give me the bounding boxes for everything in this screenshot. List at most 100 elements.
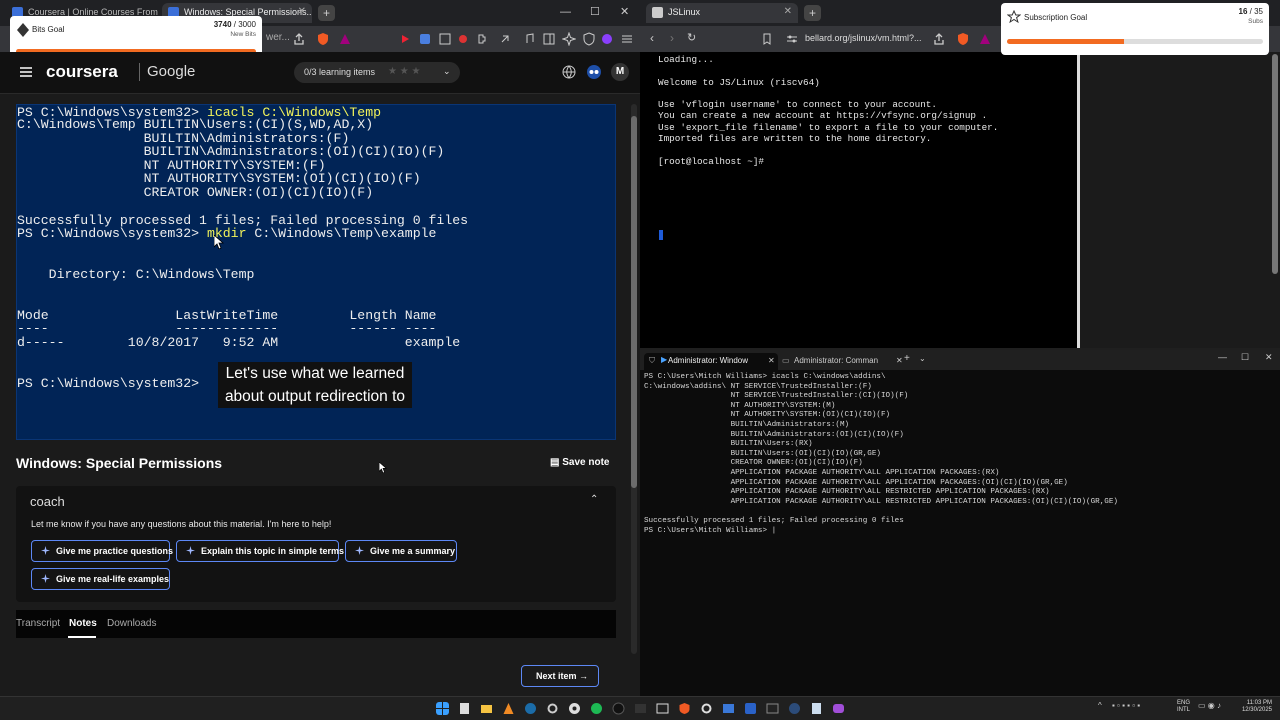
coursera-logo[interactable]: coursera (46, 62, 118, 82)
document-app-icon[interactable] (458, 702, 471, 715)
jslinux-terminal[interactable]: Loading... Welcome to JS/Linux (riscv64)… (640, 52, 1080, 348)
black-app-icon[interactable] (612, 702, 625, 715)
video-caption: Let's use what we learned about output r… (218, 362, 412, 408)
close-tab-icon[interactable]: ✕ (896, 356, 903, 365)
new-tab-button[interactable]: + (318, 5, 335, 21)
network-volume-icons[interactable]: ▭ ◉ ♪ (1198, 701, 1221, 710)
globe-icon[interactable] (562, 65, 576, 79)
brave-shield-icon[interactable] (956, 32, 970, 46)
dropdown-chevron-icon[interactable]: ⌄ (919, 354, 926, 363)
reload-icon[interactable]: ↻ (687, 31, 696, 44)
tab-transcript[interactable]: Transcript (16, 618, 60, 629)
close-tab-icon[interactable]: ✕ (784, 6, 792, 17)
bookmark-icon[interactable] (760, 32, 774, 46)
site-settings-icon[interactable] (785, 32, 799, 46)
brave-shield-icon[interactable] (316, 32, 330, 46)
url-bar[interactable]: bellard.org/jslinux/vm.html?... (805, 33, 925, 43)
tray-icons[interactable]: ▪ ▫ ▪ ▪ ▫ ▪ (1112, 701, 1140, 710)
share-icon[interactable] (292, 32, 306, 46)
blue-app-icon[interactable] (744, 702, 757, 715)
settings-gear-icon[interactable] (546, 702, 559, 715)
new-terminal-tab-button[interactable]: + (904, 353, 910, 364)
coach-panel: coach ⌃ Let me know if you have any ques… (16, 486, 616, 602)
notepad-icon[interactable] (810, 702, 823, 715)
notes-extension-icon[interactable] (438, 32, 452, 46)
rewards-icon[interactable] (338, 32, 352, 46)
jslinux-side-area (1080, 52, 1280, 348)
mouse-cursor-icon (379, 462, 387, 473)
music-icon[interactable] (522, 32, 536, 46)
left-scrollbar-thumb[interactable] (631, 116, 637, 488)
save-note-button[interactable]: ▤ Save note (550, 457, 609, 468)
chevron-down-icon: ⌄ (443, 66, 451, 76)
windows-start-icon[interactable] (436, 702, 449, 715)
tab-admin-powershell[interactable]: ⛉ ▶ Administrator: Window ✕ (644, 353, 778, 370)
menu-icon[interactable] (620, 32, 634, 46)
forward-arrow-icon[interactable]: › (670, 31, 674, 45)
minimize-button[interactable]: — (560, 6, 571, 18)
next-item-button[interactable]: Next item → (521, 665, 599, 687)
rewards-icon[interactable] (978, 32, 992, 46)
close-tab-icon[interactable]: ✕ (298, 6, 306, 17)
arrow-right-icon: → (579, 671, 589, 681)
back-arrow-icon[interactable]: ‹ (650, 31, 654, 45)
vlc-icon[interactable] (502, 702, 515, 715)
translate-extension-icon[interactable] (418, 32, 432, 46)
mouse-cursor-icon (214, 235, 224, 249)
jslinux-output: Loading... Welcome to JS/Linux (riscv64)… (658, 54, 999, 167)
tab-admin-command[interactable]: ▭ Administrator: Comman ✕ (780, 353, 906, 370)
obs-icon[interactable] (568, 702, 581, 715)
steam-icon[interactable] (524, 702, 537, 715)
tab-jslinux[interactable]: JSLinux ✕ (646, 3, 798, 23)
collapse-chevron-icon[interactable]: ⌃ (590, 494, 598, 505)
discord-icon[interactable] (832, 702, 845, 715)
hamburger-menu-icon[interactable] (20, 67, 32, 77)
profile-extension-icon[interactable] (600, 32, 614, 46)
spotify-icon[interactable] (590, 702, 603, 715)
new-tab-button[interactable]: + (804, 5, 821, 21)
coach-icon[interactable] (586, 64, 602, 80)
right-scrollbar-thumb[interactable] (1272, 54, 1278, 274)
shield-extension-icon[interactable] (582, 32, 596, 46)
learning-items-progress[interactable]: 0/3 learning items ★ ★ ★ ⌄ (294, 62, 460, 83)
gear-app-icon[interactable] (700, 702, 713, 715)
window-app-icon[interactable] (656, 702, 669, 715)
terminal-output: PS C:\Users\Mitch Williams> icacls C:\wi… (644, 373, 1118, 535)
close-window-button[interactable]: ✕ (620, 5, 629, 18)
explain-topic-button[interactable]: Explain this topic in simple terms (176, 540, 344, 562)
maximize-button[interactable]: ☐ (1241, 352, 1249, 363)
terminal-output-area[interactable]: PS C:\Users\Mitch Williams> icacls C:\wi… (644, 373, 1118, 536)
minimize-button[interactable]: — (1218, 352, 1227, 362)
tab-notes[interactable]: Notes (69, 618, 97, 629)
clock[interactable]: 11:03 PM 12/30/2025 (1240, 700, 1272, 714)
share-icon[interactable] (932, 32, 946, 46)
sparkle-icon (186, 546, 195, 555)
subscription-goal-progress (1007, 39, 1263, 44)
tab-downloads[interactable]: Downloads (107, 618, 156, 629)
content-tabs: Transcript Notes Downloads (16, 610, 616, 638)
real-life-examples-button[interactable]: Give me real-life examples (31, 568, 170, 590)
terminal-app-icon[interactable] (634, 702, 647, 715)
tray-chevron-icon[interactable]: ^ (1098, 701, 1102, 710)
shield-icon: ⛉ (649, 356, 655, 365)
close-window-button[interactable]: ✕ (1265, 352, 1273, 363)
record-extension-icon[interactable] (456, 32, 470, 46)
link-extension-icon[interactable] (498, 32, 512, 46)
steam-taskbar-icon[interactable] (788, 702, 801, 715)
brave-browser-icon[interactable] (678, 702, 691, 715)
file-explorer-icon[interactable] (480, 702, 493, 715)
ai-sparkle-icon[interactable] (562, 32, 576, 46)
remote-app-icon[interactable] (722, 702, 735, 715)
windows-taskbar: ^ ▪ ▫ ▪ ▪ ▫ ▪ ENG INTL ▭ ◉ ♪ 11:03 PM 12/3… (0, 696, 1280, 720)
practice-questions-button[interactable]: Give me practice questions (31, 540, 173, 562)
sidebar-icon[interactable] (542, 32, 556, 46)
coach-message: Let me know if you have any questions ab… (31, 519, 332, 529)
summary-button[interactable]: Give me a summary (345, 540, 457, 562)
puzzle-extension-icon[interactable] (476, 32, 490, 46)
language-indicator[interactable]: ENG INTL (1177, 700, 1190, 714)
terminal-prompt-icon[interactable] (766, 702, 779, 715)
close-tab-icon[interactable]: ✕ (768, 356, 775, 365)
avatar[interactable]: M (611, 63, 629, 81)
youtube-extension-icon[interactable] (398, 32, 412, 46)
maximize-button[interactable]: ☐ (590, 5, 600, 18)
